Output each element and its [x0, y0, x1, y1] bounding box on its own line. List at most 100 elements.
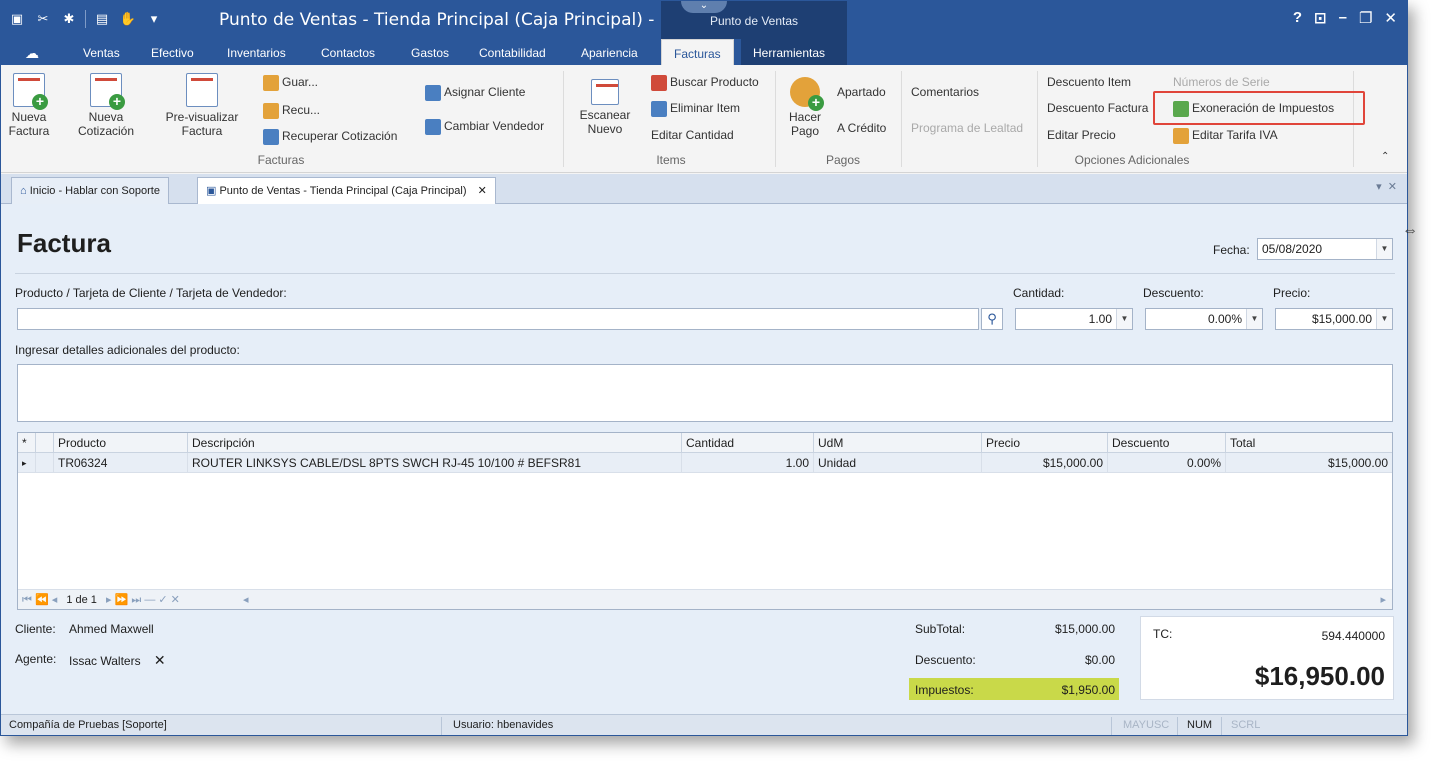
status-divider	[1111, 717, 1112, 735]
gear-icon[interactable]: ✱	[59, 9, 79, 29]
editar-cantidad-button[interactable]: Editar Cantidad	[651, 128, 734, 142]
row-spacer	[36, 453, 54, 473]
toolbar-separator	[85, 10, 86, 28]
producto-input[interactable]	[17, 308, 979, 330]
last-page-icon[interactable]: ⏭	[131, 594, 141, 606]
eliminar-item-button[interactable]: Eliminar Item	[651, 101, 740, 117]
app-icon[interactable]: ▣	[7, 9, 27, 29]
nueva-cotizacion-button[interactable]: + Nueva Cotización	[71, 73, 141, 138]
group-label-pagos: Pagos	[825, 153, 861, 167]
asignar-cliente-button[interactable]: Asignar Cliente	[425, 85, 525, 101]
cell-descuento[interactable]: 0.00%	[1108, 453, 1226, 473]
remove-agent-icon[interactable]: ✕	[154, 652, 166, 668]
cell-udm[interactable]: Unidad	[814, 453, 982, 473]
prev-page-icon[interactable]: ◂	[52, 594, 58, 606]
recuperar-cotizacion-button[interactable]: Recuperar Cotización	[263, 129, 397, 145]
descuento-item-button[interactable]: Descuento Item	[1047, 75, 1131, 89]
tab-facturas[interactable]: Facturas	[661, 39, 734, 65]
descuento-field[interactable]: 0.00% ▼	[1145, 308, 1263, 330]
tab-ventas[interactable]: Ventas	[71, 39, 132, 65]
previsualizar-factura-button[interactable]: Pre-visualizar Factura	[157, 73, 247, 138]
minimize-icon[interactable]: –	[1339, 9, 1347, 27]
cambiar-vendedor-button[interactable]: Cambiar Vendedor	[425, 119, 544, 135]
numeros-serie-button[interactable]: Números de Serie	[1173, 75, 1270, 89]
customize-toolbar-icon[interactable]: ▾	[144, 9, 164, 29]
cantidad-dropdown-icon[interactable]: ▼	[1116, 309, 1132, 329]
cancel-icon[interactable]: ✕	[171, 594, 180, 606]
precio-field[interactable]: $15,000.00 ▼	[1275, 308, 1393, 330]
hand-icon[interactable]: ✋	[118, 9, 138, 29]
confirm-icon[interactable]: ✓	[158, 594, 167, 606]
restore-icon[interactable]: ❐	[1359, 9, 1372, 27]
grid-header-descuento[interactable]: Descuento	[1108, 433, 1226, 453]
grid-header-udm[interactable]: UdM	[814, 433, 982, 453]
ribbon-display-icon[interactable]: ⊡	[1314, 9, 1327, 27]
tab-inicio[interactable]: ⌂ Inicio - Hablar con Soporte	[11, 177, 169, 204]
grid-header-precio[interactable]: Precio	[982, 433, 1108, 453]
descuento-factura-button[interactable]: Descuento Factura	[1047, 101, 1148, 115]
group-label-opciones: Opciones Adicionales	[1074, 153, 1190, 167]
programa-lealtad-button[interactable]: Programa de Lealtad	[911, 121, 1023, 135]
buscar-producto-button[interactable]: Buscar Producto	[651, 75, 759, 91]
editar-tarifa-iva-button[interactable]: Editar Tarifa IVA	[1173, 128, 1278, 144]
tab-inventarios[interactable]: Inventarios	[215, 39, 298, 65]
next-page-group-icon[interactable]: ⏩	[115, 594, 129, 606]
apartado-button[interactable]: Apartado	[837, 85, 886, 99]
cell-precio[interactable]: $15,000.00	[982, 453, 1108, 473]
tab-apariencia[interactable]: Apariencia	[569, 39, 650, 65]
quick-access-toolbar: ▣ ✂ ✱ ▤ ✋ ▾	[7, 9, 164, 29]
first-page-icon[interactable]: ⏮	[22, 594, 32, 606]
print-preview-icon	[186, 73, 218, 107]
scroll-left-icon[interactable]: ◂	[243, 594, 249, 606]
tab-efectivo[interactable]: Efectivo	[139, 39, 206, 65]
fecha-field[interactable]: 05/08/2020 ▼	[1257, 238, 1393, 260]
tc-label: TC:	[1153, 627, 1173, 641]
editar-precio-button[interactable]: Editar Precio	[1047, 128, 1116, 142]
a-credito-button[interactable]: A Crédito	[837, 121, 886, 135]
cell-cantidad[interactable]: 1.00	[682, 453, 814, 473]
grid-header-indicator[interactable]: *	[18, 433, 36, 453]
grid-header: * Producto Descripción Cantidad UdM Prec…	[18, 433, 1392, 453]
scroll-right-icon[interactable]: ▸	[1380, 590, 1386, 610]
file-tab-icon[interactable]: ☁	[13, 39, 43, 65]
table-row[interactable]: ▸ TR06324 ROUTER LINKSYS CABLE/DSL 8PTS …	[18, 453, 1392, 473]
cell-descripcion[interactable]: ROUTER LINKSYS CABLE/DSL 8PTS SWCH RJ-45…	[188, 453, 682, 473]
remove-row-icon[interactable]: —	[144, 594, 155, 606]
print-icon[interactable]: ▤	[92, 9, 112, 29]
hacer-pago-button[interactable]: + Hacer Pago	[783, 77, 827, 138]
grid-header-total[interactable]: Total	[1226, 433, 1392, 453]
nueva-factura-button[interactable]: + Nueva Factura	[7, 73, 51, 138]
descuento-dropdown-icon[interactable]: ▼	[1246, 309, 1262, 329]
group-label-items: Items	[656, 153, 686, 167]
close-tab-icon[interactable]: ✕	[478, 185, 487, 197]
escanear-nuevo-button[interactable]: Escanear Nuevo	[575, 79, 635, 136]
escanear-label-1: Escanear	[579, 108, 631, 122]
recover-quote-icon	[263, 129, 279, 145]
cell-total[interactable]: $15,000.00	[1226, 453, 1392, 473]
close-icon[interactable]: ✕	[1384, 9, 1397, 27]
prev-page-group-icon[interactable]: ⏪	[35, 594, 49, 606]
collapse-ribbon-icon[interactable]: ⌃	[1381, 151, 1389, 162]
tools-icon[interactable]: ✂	[33, 9, 53, 29]
guardar-button[interactable]: Guar...	[263, 75, 318, 91]
date-dropdown-icon[interactable]: ▼	[1376, 239, 1392, 259]
grid-header-descripcion[interactable]: Descripción	[188, 433, 682, 453]
search-icon[interactable]: ⚲	[981, 308, 1003, 330]
tab-contabilidad[interactable]: Contabilidad	[467, 39, 558, 65]
tab-contactos[interactable]: Contactos	[309, 39, 387, 65]
precio-dropdown-icon[interactable]: ▼	[1376, 309, 1392, 329]
recuperar-button[interactable]: Recu...	[263, 103, 320, 119]
cell-producto[interactable]: TR06324	[54, 453, 188, 473]
help-icon[interactable]: ?	[1293, 9, 1302, 27]
comentarios-button[interactable]: Comentarios	[911, 85, 979, 99]
tab-gastos[interactable]: Gastos	[399, 39, 461, 65]
grid-header-producto[interactable]: Producto	[54, 433, 188, 453]
next-page-icon[interactable]: ▸	[106, 594, 112, 606]
grid-header-cantidad[interactable]: Cantidad	[682, 433, 814, 453]
detalles-textarea[interactable]	[17, 364, 1393, 422]
tab-punto-de-ventas[interactable]: ▣ Punto de Ventas - Tienda Principal (Ca…	[197, 177, 496, 204]
tab-overflow-icons[interactable]: ▾ ✕	[1376, 180, 1397, 193]
tab-herramientas[interactable]: Herramientas	[741, 39, 847, 65]
collapse-ribbon-notch[interactable]: ⌄	[681, 1, 727, 13]
cantidad-field[interactable]: 1.00 ▼	[1015, 308, 1133, 330]
